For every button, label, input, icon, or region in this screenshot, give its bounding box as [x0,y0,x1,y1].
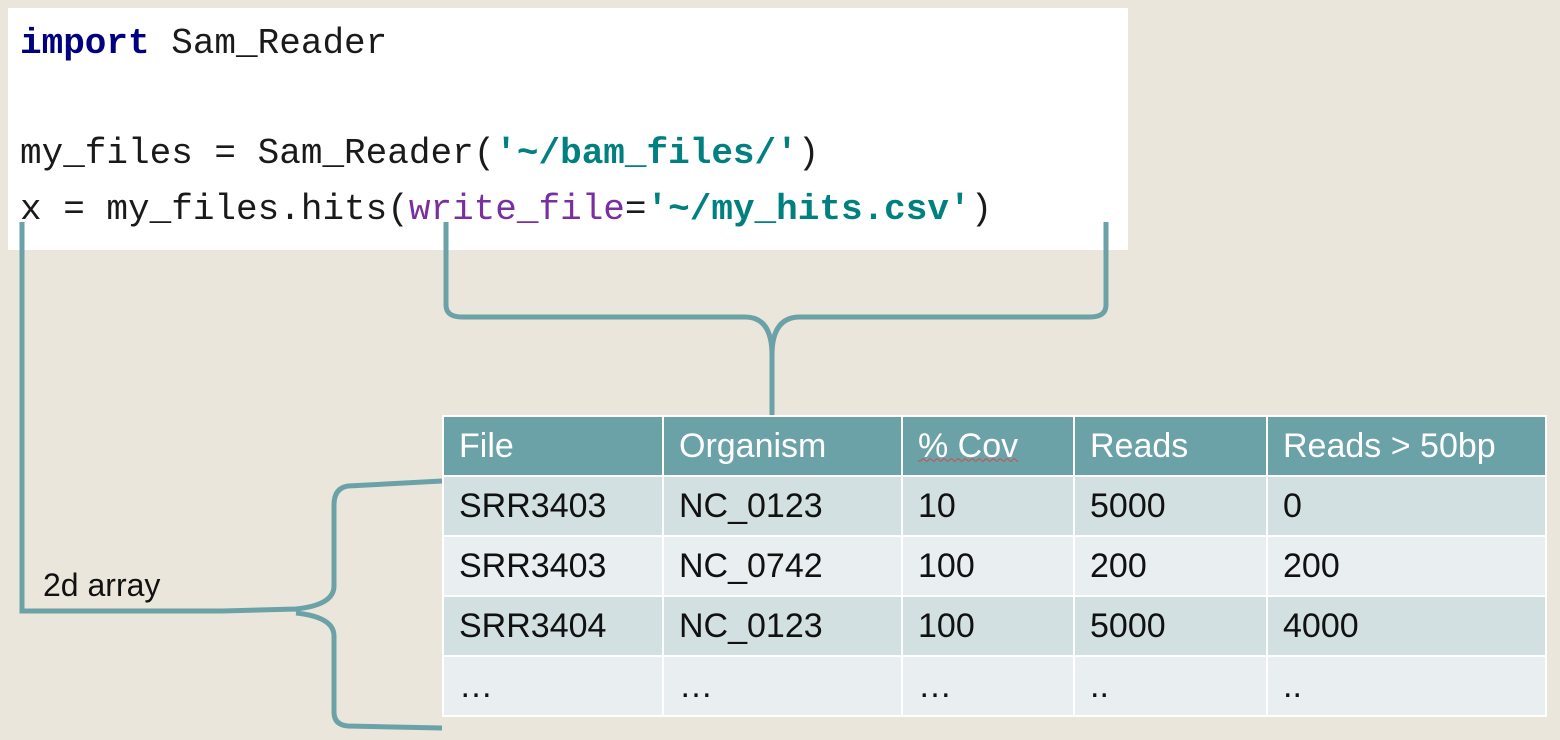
x-to-array-connector [19,222,222,614]
header-file: File [442,415,664,477]
header-organism: Organism [662,415,903,477]
cell-file: … [442,655,664,717]
header-reads-50bp: Reads > 50bp [1266,415,1547,477]
array-label: 2d array [43,567,161,603]
table-row: SRR3404 NC_0123 100 5000 4000 [442,595,1547,657]
cell-reads-50bp: 4000 [1266,595,1547,657]
header-cov: % Cov [901,415,1075,477]
hits-table: File Organism % Cov Reads Reads > 50bp S… [442,415,1547,717]
cell-file: SRR3404 [442,595,664,657]
write-file-brace [443,222,1109,415]
cell-reads-50bp: 0 [1266,475,1547,537]
header-reads: Reads [1073,415,1268,477]
cell-file: SRR3403 [442,535,664,597]
table-row: … … … .. .. [442,655,1547,717]
cell-cov: … [901,655,1075,717]
array-brace [221,478,443,731]
cell-organism: … [662,655,903,717]
table-row: SRR3403 NC_0123 10 5000 0 [442,475,1547,537]
cell-organism: NC_0123 [662,595,903,657]
cell-organism: NC_0742 [662,535,903,597]
cell-organism: NC_0123 [662,475,903,537]
cell-file: SRR3403 [442,475,664,537]
cell-reads: 5000 [1073,595,1268,657]
cell-cov: 10 [901,475,1075,537]
cell-reads-50bp: 200 [1266,535,1547,597]
cell-reads: .. [1073,655,1268,717]
table-row: SRR3403 NC_0742 100 200 200 [442,535,1547,597]
cell-cov: 100 [901,595,1075,657]
header-cov-text: % Cov [918,426,1019,465]
cell-cov: 100 [901,535,1075,597]
cell-reads: 200 [1073,535,1268,597]
cell-reads: 5000 [1073,475,1268,537]
cell-reads-50bp: .. [1266,655,1547,717]
table-header-row: File Organism % Cov Reads Reads > 50bp [442,415,1547,477]
